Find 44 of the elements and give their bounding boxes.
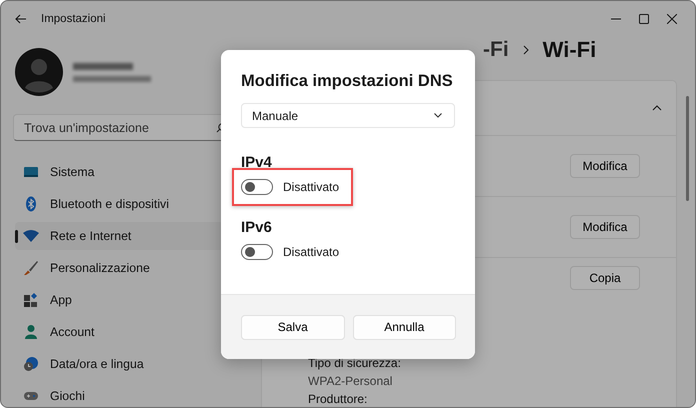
- chevron-down-icon: [434, 113, 442, 118]
- page-title: Wi-Fi: [542, 37, 596, 63]
- avatar-icon: [15, 48, 63, 96]
- sidebar-item[interactable]: Account: [15, 318, 223, 346]
- wifi-icon: [23, 230, 39, 242]
- action-button[interactable]: Modifica: [570, 215, 640, 239]
- apps-icon: [23, 292, 39, 308]
- sidebar-item[interactable]: Rete e Internet: [15, 222, 223, 250]
- section-heading: IPv4: [241, 154, 273, 171]
- toggle-switch[interactable]: [241, 179, 273, 195]
- bluetooth-icon: [23, 196, 39, 212]
- brush-icon: [23, 260, 39, 276]
- section-heading: IPv6: [241, 219, 273, 236]
- chevron-up-icon[interactable]: [652, 105, 662, 111]
- toggle-label: Disattivato: [283, 180, 340, 194]
- breadcrumb-parent[interactable]: -Fi: [483, 38, 509, 62]
- blurred-text: [73, 62, 133, 70]
- back-icon[interactable]: [15, 14, 27, 24]
- sidebar-item[interactable]: Data/ora e lingua: [15, 350, 223, 378]
- dialog-button[interactable]: Salva: [241, 314, 344, 340]
- sidebar-item[interactable]: Sistema: [15, 158, 223, 186]
- person-icon: [23, 324, 39, 340]
- chevron-right-icon: [522, 45, 529, 55]
- property-label: Tipo di sicurezza:: [308, 356, 402, 370]
- globe-clock-icon: [23, 356, 39, 372]
- window-title: Impostazioni: [41, 13, 106, 25]
- monitor-icon: [23, 166, 39, 178]
- sidebar-item[interactable]: Personalizzazione: [15, 254, 223, 282]
- toggle-switch[interactable]: [241, 244, 273, 260]
- scrollbar[interactable]: [686, 96, 689, 201]
- sidebar-item[interactable]: Giochi: [15, 382, 223, 407]
- dialog-button[interactable]: Annulla: [352, 314, 456, 340]
- property-label: Produttore:: [308, 392, 368, 406]
- dropdown[interactable]: Manuale: [241, 103, 455, 128]
- action-button[interactable]: Modifica: [570, 154, 640, 178]
- sidebar-item[interactable]: App: [15, 286, 223, 314]
- gamepad-icon: [23, 390, 39, 402]
- toggle-label: Disattivato: [283, 245, 340, 259]
- maximize-icon[interactable]: [639, 14, 649, 24]
- property-value: WPA2-Personal: [308, 374, 394, 388]
- action-button[interactable]: Copia: [570, 266, 640, 290]
- close-icon[interactable]: [667, 14, 677, 24]
- sidebar-item[interactable]: Bluetooth e dispositivi: [15, 190, 223, 218]
- dialog-title: Modifica impostazioni DNS: [241, 72, 454, 91]
